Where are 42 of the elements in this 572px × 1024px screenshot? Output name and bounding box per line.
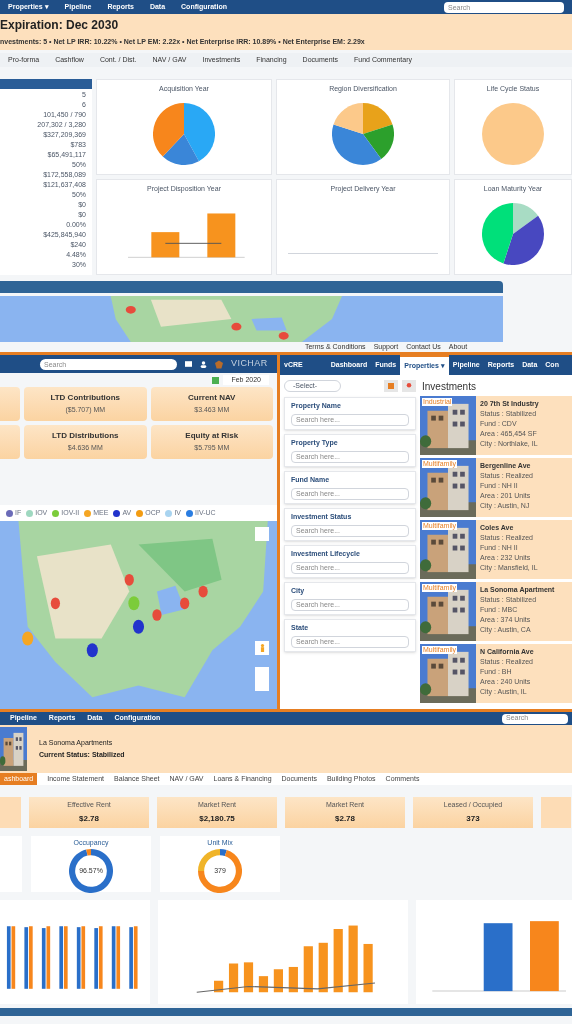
metric-value: $2,180.75 [199,812,235,825]
bar [273,969,283,993]
logo: VICHAR [231,357,268,371]
bar [258,976,269,993]
metric-value: 373 [466,812,480,825]
line [164,242,222,244]
metric-label: LTD Distributions [52,430,119,443]
pie-slice [482,102,544,165]
bar [214,980,224,993]
bar [483,923,513,992]
bar [151,231,180,258]
grid-icon [388,383,394,389]
bar [363,943,373,993]
metric-card [0,387,20,421]
metric-label: LTD Contributions [50,392,121,405]
fund-title: Expiration: Dec 2030 [0,17,120,35]
metric-label: Current NAV [188,392,236,405]
person-icon [259,644,265,652]
metric-card [0,425,20,459]
metric-value: $2.78 [79,812,99,825]
bar [348,925,358,993]
bar [243,962,254,993]
bar [288,966,298,993]
pin-button[interactable] [402,380,416,392]
map-button[interactable] [384,380,398,392]
bar [228,963,239,993]
bar [207,213,236,258]
bar [530,921,559,992]
bar [318,942,328,993]
street-view-button[interactable] [255,641,269,655]
calendar-icon[interactable] [212,376,220,384]
page-heading: Investments [421,380,477,393]
metric-label: Equity at Risk [185,430,239,443]
metric-value: $2.78 [335,812,355,825]
pin-icon [406,383,412,389]
bar [333,929,343,993]
metric-card [541,797,571,828]
metric-card [0,797,21,828]
crest-icon [215,359,223,369]
mail-icon[interactable] [185,361,192,367]
user-icon[interactable] [200,360,207,368]
bar [303,946,313,993]
